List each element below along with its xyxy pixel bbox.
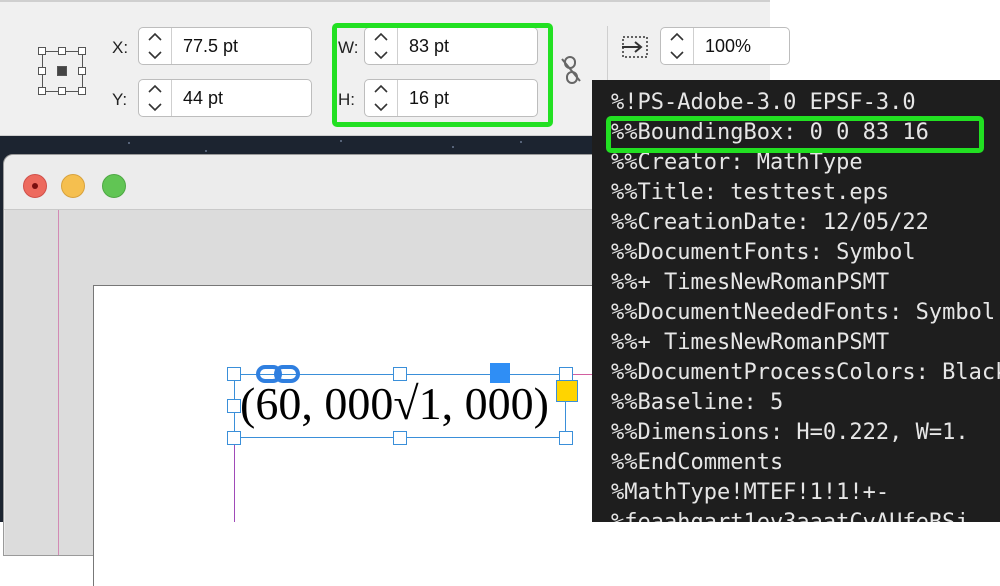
scale-field[interactable]: 100% (660, 27, 790, 65)
x-value[interactable]: 77.5 pt (183, 36, 238, 57)
reference-point-center-selected (57, 66, 67, 76)
resize-handle-top-center[interactable] (393, 367, 407, 381)
wh-highlight-box (332, 23, 553, 127)
scale-width-icon (622, 36, 648, 58)
x-stepper[interactable] (139, 28, 172, 64)
terminal-line: %feaahgart1ev3aaatCvAUfeBSj (611, 508, 969, 522)
resize-handle-top-right[interactable] (559, 367, 573, 381)
scale-stepper[interactable] (661, 28, 694, 64)
chevron-up-icon[interactable] (147, 84, 163, 94)
terminal-line: %MathType!MTEF!1!1!+- (611, 480, 890, 505)
out-port-handle[interactable] (556, 380, 578, 402)
bounding-box-highlight (606, 116, 984, 153)
resize-handle-top-left[interactable] (227, 367, 241, 381)
terminal-line: %%CreationDate: 12/05/22 (611, 210, 929, 235)
resize-handle-middle-left[interactable] (227, 399, 241, 413)
minimize-window-button[interactable] (61, 174, 85, 198)
guide-line (58, 210, 59, 555)
zoom-window-button[interactable] (102, 174, 126, 198)
chevron-up-icon[interactable] (669, 32, 685, 42)
control-bar-top-border (0, 0, 770, 2)
scale-value[interactable]: 100% (705, 36, 751, 57)
y-stepper[interactable] (139, 80, 172, 116)
chevron-down-icon[interactable] (147, 102, 163, 112)
resize-handle-bottom-right[interactable] (559, 431, 573, 445)
terminal-line: %%+ TimesNewRomanPSMT (611, 270, 890, 295)
document-window (3, 154, 634, 586)
terminal-line: %%Dimensions: H=0.222, W=1. (611, 420, 969, 445)
close-window-button[interactable] (23, 174, 47, 198)
terminal-line: %%DocumentProcessColors: Black (611, 360, 1000, 385)
x-field[interactable]: 77.5 pt (138, 27, 312, 65)
reference-point-selector[interactable] (38, 47, 86, 95)
terminal-line: %%Baseline: 5 (611, 390, 784, 415)
chevron-down-icon[interactable] (147, 50, 163, 60)
selected-graphic-frame[interactable] (227, 363, 578, 445)
x-label: X: (112, 38, 129, 57)
y-value[interactable]: 44 pt (183, 88, 223, 109)
content-grabber-handle[interactable] (490, 363, 510, 383)
terminal-line: %%Title: testtest.eps (611, 180, 890, 205)
chevron-down-icon[interactable] (669, 50, 685, 60)
resize-handle-bottom-left[interactable] (227, 431, 241, 445)
terminal-line: %%+ TimesNewRomanPSMT (611, 330, 890, 355)
terminal-line: %%DocumentFonts: Symbol (611, 240, 916, 265)
resize-handle-bottom-center[interactable] (393, 431, 407, 445)
link-icon[interactable] (256, 364, 300, 384)
terminal-line: %%EndComments (611, 450, 784, 475)
terminal-output: %!PS-Adobe-3.0 EPSF-3.0 %%BoundingBox: 0… (592, 80, 1000, 522)
window-titlebar[interactable] (4, 155, 624, 210)
terminal-line: %%DocumentNeededFonts: Symbol (611, 300, 996, 325)
chevron-up-icon[interactable] (147, 32, 163, 42)
y-label: Y: (112, 90, 128, 109)
y-field[interactable]: 44 pt (138, 79, 312, 117)
unlink-chain-icon[interactable] (558, 55, 584, 85)
terminal-line: %!PS-Adobe-3.0 EPSF-3.0 (611, 90, 916, 115)
